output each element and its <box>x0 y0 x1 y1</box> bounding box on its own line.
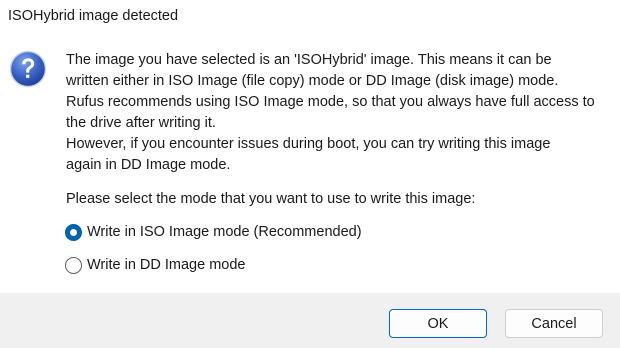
message-text: The image you have selected is an 'ISOHy… <box>66 50 614 176</box>
message-line: again in DD Image mode. <box>66 157 231 173</box>
message-line: However, if you encounter issues during … <box>66 136 551 152</box>
message-line: the drive after writing it. <box>66 115 216 131</box>
message-line: Rufus recommends using ISO Image mode, s… <box>66 94 595 110</box>
iso-mode-option[interactable]: Write in ISO Image mode (Recommended) <box>65 222 362 243</box>
dialog-title: ISOHybrid image detected <box>8 8 179 24</box>
cancel-button[interactable]: Cancel <box>505 309 603 338</box>
title-bar[interactable]: ISOHybrid image detected <box>0 0 620 34</box>
iso-mode-radio[interactable] <box>65 224 82 241</box>
message-line: The image you have selected is an 'ISOHy… <box>66 52 552 68</box>
ok-button[interactable]: OK <box>389 309 487 338</box>
dd-mode-radio[interactable] <box>65 257 82 274</box>
mode-prompt: Please select the mode that you want to … <box>66 191 476 207</box>
dd-mode-option[interactable]: Write in DD Image mode <box>65 255 245 276</box>
dd-mode-label[interactable]: Write in DD Image mode <box>87 255 245 276</box>
question-icon <box>9 50 47 88</box>
close-button[interactable] <box>586 2 614 30</box>
message-line: written either in ISO Image (file copy) … <box>66 73 559 89</box>
iso-mode-label[interactable]: Write in ISO Image mode (Recommended) <box>87 222 362 243</box>
iso-hybrid-dialog: ISOHybrid image detected The image you h… <box>0 0 620 348</box>
